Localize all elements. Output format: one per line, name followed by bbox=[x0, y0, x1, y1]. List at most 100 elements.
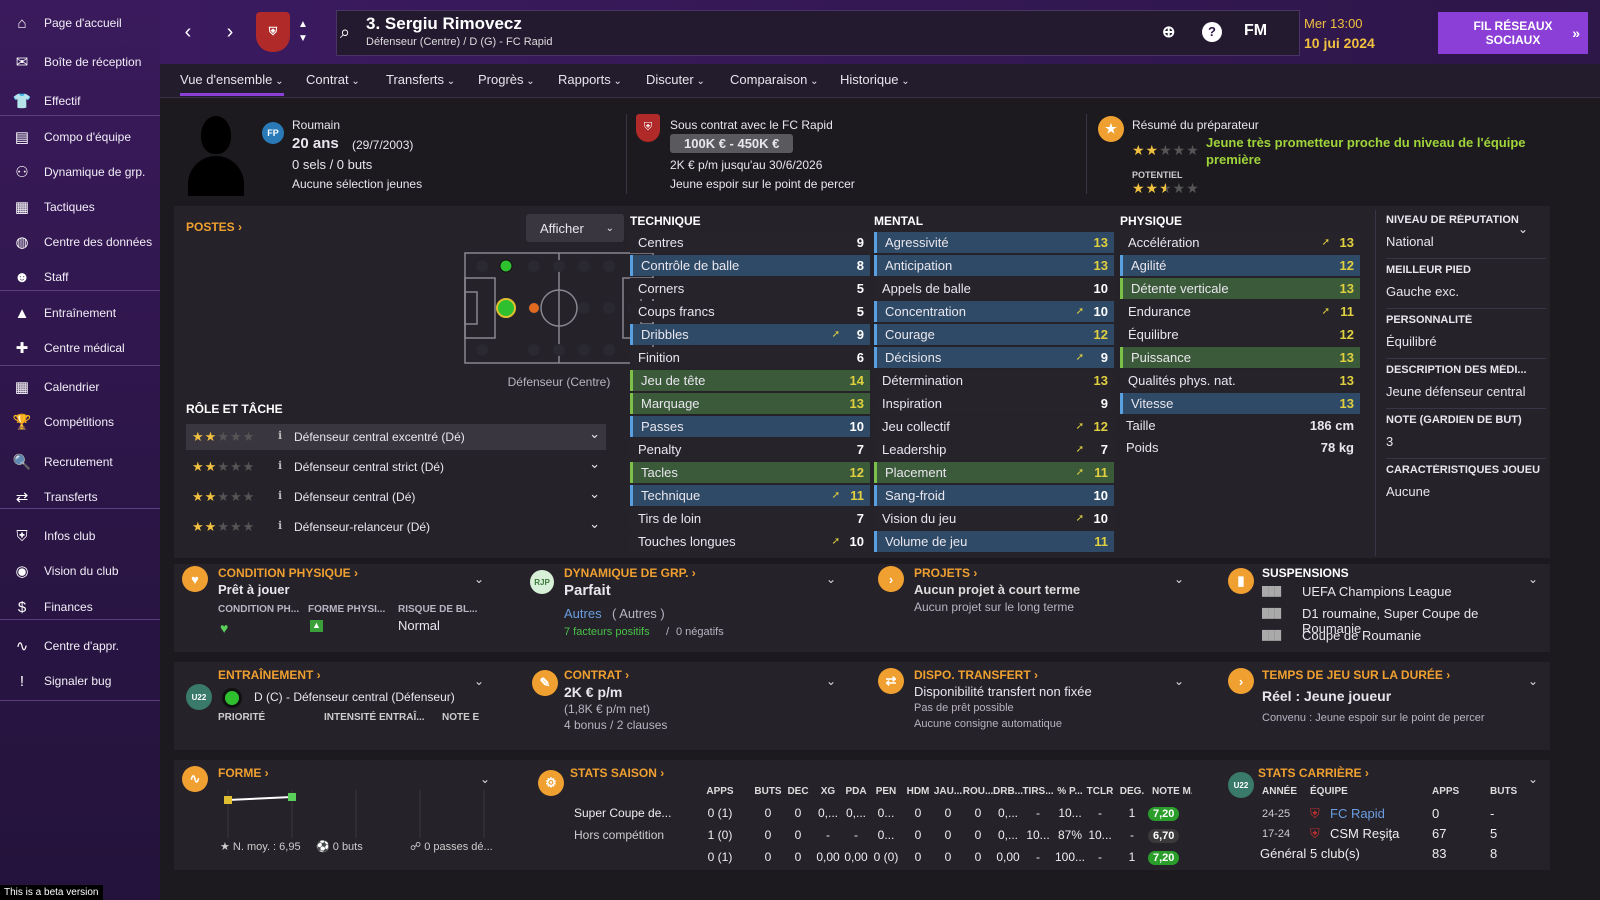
season-stats-title[interactable]: STATS SAISON › bbox=[570, 766, 664, 780]
attribute-row[interactable]: Inspiration 9 bbox=[874, 393, 1114, 414]
sidebar-item-trophy[interactable]: 🏆 Compétitions bbox=[0, 407, 160, 437]
tab-0[interactable]: Vue d'ensemble ⌄ bbox=[180, 72, 284, 96]
show-dropdown[interactable]: Afficher ⌄ bbox=[526, 214, 624, 242]
tab-7[interactable]: Historique ⌄ bbox=[840, 72, 910, 87]
attribute-row[interactable]: Dribbles ➚ 9 bbox=[630, 324, 870, 345]
transfer-value[interactable]: 100K € - 450K € bbox=[670, 134, 794, 153]
attribute-row[interactable]: Penalty 7 bbox=[630, 439, 870, 460]
attribute-row[interactable]: Décisions ➚ 9 bbox=[874, 347, 1114, 368]
sidebar-item-scouting[interactable]: 🔍 Recrutement bbox=[0, 447, 160, 477]
attribute-row[interactable]: Marquage 13 bbox=[630, 393, 870, 414]
chevron-down-icon[interactable]: ⌄ bbox=[589, 456, 600, 472]
sidebar-item-tactics[interactable]: ▦ Tactiques bbox=[0, 192, 160, 222]
attribute-row[interactable]: Détente verticale 13 bbox=[1120, 278, 1360, 299]
role-row[interactable]: ★★★★★ ℹ Défenseur central excentré (Dé) ⌄ bbox=[186, 424, 606, 450]
chevron-down-icon[interactable]: ⌄ bbox=[826, 572, 836, 586]
attribute-row[interactable]: Qualités phys. nat. 13 bbox=[1120, 370, 1360, 391]
attribute-row[interactable]: Volume de jeu 11 bbox=[874, 531, 1114, 552]
competition-name[interactable]: Hors compétition bbox=[574, 828, 704, 842]
sidebar-item-group[interactable]: ⚇ Dynamique de grp. bbox=[0, 157, 160, 187]
condition-title[interactable]: CONDITION PHYSIQUE › bbox=[218, 566, 358, 580]
role-row[interactable]: ★★★★★ ℹ Défenseur central strict (Dé) ⌄ bbox=[186, 454, 606, 480]
sidebar-item-club-info[interactable]: ⛨ Infos club bbox=[0, 521, 160, 551]
career-team[interactable]: FC Rapid bbox=[1330, 806, 1385, 821]
attribute-row[interactable]: Accélération ➚ 13 bbox=[1120, 232, 1360, 253]
attribute-row[interactable]: Agressivité 13 bbox=[874, 232, 1114, 253]
sidebar-item-clipboard[interactable]: ▤ Compo d'équipe bbox=[0, 122, 160, 152]
search-icon[interactable]: ⌕ bbox=[340, 22, 350, 43]
chevron-down-icon[interactable]: ⌄ bbox=[480, 772, 490, 786]
projects-title[interactable]: PROJETS › bbox=[914, 566, 977, 580]
season-col-header[interactable]: NOTE M... bbox=[1152, 786, 1192, 797]
attribute-row[interactable]: Jeu collectif ➚ 12 bbox=[874, 416, 1114, 437]
sidebar-item-home[interactable]: ⌂ Page d'accueil bbox=[0, 8, 160, 38]
chevron-down-icon[interactable]: ⌄ bbox=[474, 674, 484, 688]
attribute-row[interactable]: Corners 5 bbox=[630, 278, 870, 299]
sidebar-item-staff[interactable]: ☻ Staff bbox=[0, 262, 160, 292]
tab-5[interactable]: Discuter ⌄ bbox=[646, 72, 705, 87]
form-chart[interactable] bbox=[220, 790, 500, 840]
attribute-row[interactable]: Vitesse 13 bbox=[1120, 393, 1360, 414]
chevron-down-icon[interactable]: ⌄ bbox=[589, 486, 600, 502]
chevron-down-icon[interactable]: ⌄ bbox=[474, 572, 484, 586]
tab-1[interactable]: Contrat ⌄ bbox=[306, 72, 360, 87]
sidebar-item-training[interactable]: ▲ Entraînement bbox=[0, 298, 160, 328]
attribute-row[interactable]: Jeu de tête 14 bbox=[630, 370, 870, 391]
tab-3[interactable]: Progrès ⌄ bbox=[478, 72, 535, 87]
career-team[interactable]: CSM Reşiţa bbox=[1330, 826, 1399, 841]
dynamics-title[interactable]: DYNAMIQUE DE GRP. › bbox=[564, 566, 696, 580]
attribute-row[interactable]: Appels de balle 10 bbox=[874, 278, 1114, 299]
pitch-diagram[interactable] bbox=[464, 252, 654, 364]
form-title[interactable]: FORME › bbox=[218, 766, 269, 780]
chevron-down-icon[interactable]: ⌄ bbox=[1518, 222, 1528, 236]
attribute-row[interactable]: Sang-froid 10 bbox=[874, 485, 1114, 506]
attribute-row[interactable]: Finition 6 bbox=[630, 347, 870, 368]
positive-factors[interactable]: 7 facteurs positifs bbox=[564, 626, 650, 638]
contract-title[interactable]: CONTRAT › bbox=[564, 668, 629, 682]
social-feed-button[interactable]: FIL RÉSEAUX SOCIAUX » bbox=[1438, 12, 1588, 54]
chevron-down-icon[interactable]: ⌄ bbox=[1174, 572, 1184, 586]
season-col-header[interactable]: APPS bbox=[700, 786, 740, 797]
current-date[interactable]: 10 jui 2024 bbox=[1304, 35, 1375, 51]
attribute-row[interactable]: Concentration ➚ 10 bbox=[874, 301, 1114, 322]
info-icon[interactable]: ℹ bbox=[278, 459, 282, 472]
chevron-down-icon[interactable]: ⌄ bbox=[1528, 674, 1538, 688]
attribute-row[interactable]: Vision du jeu ➚ 10 bbox=[874, 508, 1114, 529]
attribute-row[interactable]: Endurance ➚ 11 bbox=[1120, 301, 1360, 322]
sidebar-item-calendar[interactable]: ▦ Calendrier bbox=[0, 372, 160, 402]
attribute-row[interactable]: Tirs de loin 7 bbox=[630, 508, 870, 529]
negative-factors[interactable]: 0 négatifs bbox=[676, 626, 724, 638]
help-icon[interactable]: ? bbox=[1202, 22, 1222, 42]
training-title[interactable]: ENTRAÎNEMENT › bbox=[218, 668, 321, 682]
info-icon[interactable]: ℹ bbox=[278, 519, 282, 532]
attribute-row[interactable]: Agilité 12 bbox=[1120, 255, 1360, 276]
attribute-row[interactable]: Touches longues ➚ 10 bbox=[630, 531, 870, 552]
club-crest-icon[interactable]: ⛨ bbox=[256, 12, 290, 52]
attribute-row[interactable]: Puissance 13 bbox=[1120, 347, 1360, 368]
attribute-row[interactable]: Anticipation 13 bbox=[874, 255, 1114, 276]
competition-name[interactable]: Super Coupe de... bbox=[574, 806, 704, 820]
sidebar-item-finances[interactable]: $ Finances bbox=[0, 592, 160, 622]
fm-logo[interactable]: FM bbox=[1244, 22, 1267, 40]
sidebar-item-bug[interactable]: ! Signaler bug bbox=[0, 666, 160, 696]
forward-arrow-icon[interactable]: › bbox=[218, 18, 242, 46]
attribute-row[interactable]: Placement ➚ 11 bbox=[874, 462, 1114, 483]
tab-4[interactable]: Rapports ⌄ bbox=[558, 72, 622, 87]
attribute-row[interactable]: Passes 10 bbox=[630, 416, 870, 437]
role-row[interactable]: ★★★★★ ℹ Défenseur central (Dé) ⌄ bbox=[186, 484, 606, 510]
sidebar-item-inbox[interactable]: ✉ Boîte de réception bbox=[0, 47, 160, 77]
chevron-down-icon[interactable]: ⌄ bbox=[589, 426, 600, 442]
tab-2[interactable]: Transferts ⌄ bbox=[386, 72, 455, 87]
positions-title[interactable]: POSTES › bbox=[186, 220, 242, 234]
chevron-down-icon[interactable]: ⌄ bbox=[826, 674, 836, 688]
back-arrow-icon[interactable]: ‹ bbox=[176, 18, 200, 46]
attribute-row[interactable]: Centres 9 bbox=[630, 232, 870, 253]
attribute-row[interactable]: Tacles 12 bbox=[630, 462, 870, 483]
career-stats-title[interactable]: STATS CARRIÈRE › bbox=[1258, 766, 1369, 780]
attribute-row[interactable]: Leadership ➚ 7 bbox=[874, 439, 1114, 460]
role-row[interactable]: ★★★★★ ℹ Défenseur-relanceur (Dé) ⌄ bbox=[186, 514, 606, 540]
sidebar-item-data[interactable]: ◍ Centre des données bbox=[0, 227, 160, 257]
tab-6[interactable]: Comparaison ⌄ bbox=[730, 72, 819, 87]
chevron-down-icon[interactable]: ⌄ bbox=[589, 516, 600, 532]
attribute-row[interactable]: Technique ➚ 11 bbox=[630, 485, 870, 506]
